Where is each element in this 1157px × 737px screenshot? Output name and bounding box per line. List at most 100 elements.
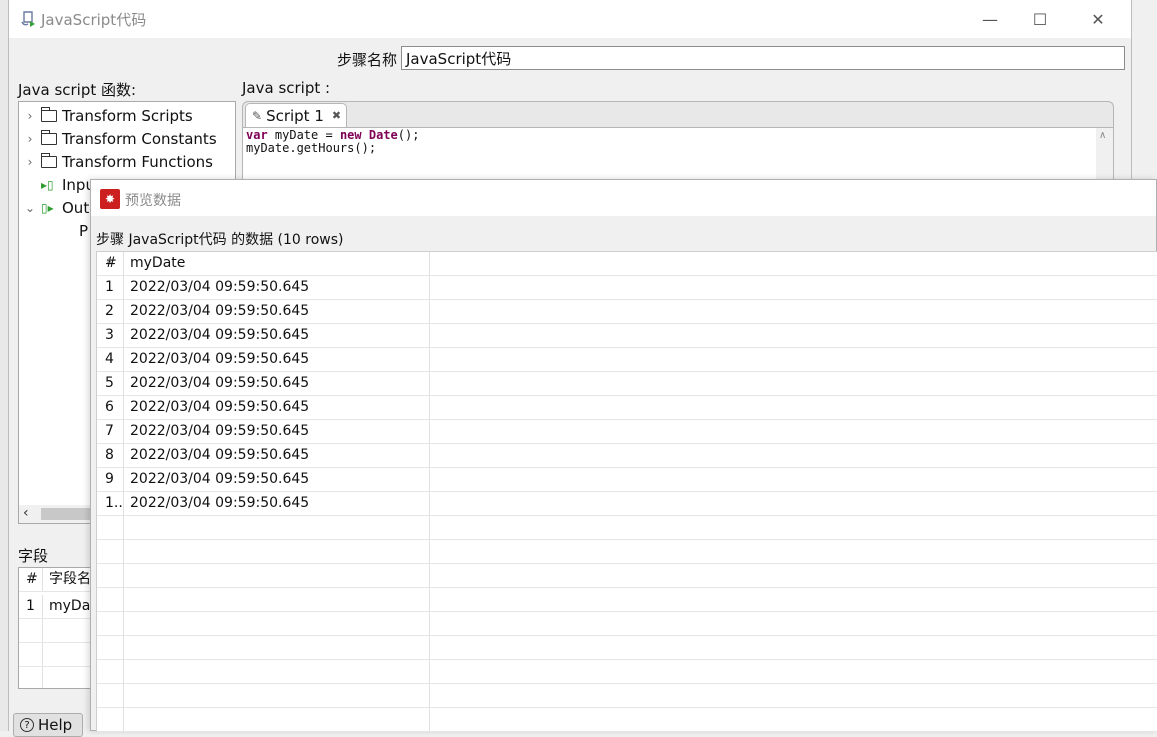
table-row[interactable]: 7 2022/03/04 09:59:50.645 (97, 420, 1157, 444)
code-area[interactable]: var myDate = new Date(); myDate.getHours… (246, 129, 419, 155)
table-row[interactable]: 8 2022/03/04 09:59:50.645 (97, 444, 1157, 468)
column-header-mydate[interactable]: myDate (124, 252, 430, 275)
row-index: 1 (19, 595, 43, 618)
row-index: 1.. (97, 492, 124, 515)
mydate-cell[interactable]: 2022/03/04 09:59:50.645 (124, 276, 430, 299)
mydate-cell (124, 564, 430, 587)
preview-window-title: 预览数据 (125, 193, 181, 209)
step-name-label: 步骤名称 (337, 51, 398, 69)
mydate-cell (124, 588, 430, 611)
row-index (97, 636, 124, 659)
mydate-cell[interactable]: 2022/03/04 09:59:50.645 (124, 300, 430, 323)
chevron-right-icon[interactable]: › (23, 155, 37, 169)
tab-script-1[interactable]: ✎ Script 1 ✖ (245, 103, 347, 127)
mydate-cell[interactable]: 2022/03/04 09:59:50.645 (124, 396, 430, 419)
mydate-cell[interactable]: 2022/03/04 09:59:50.645 (124, 372, 430, 395)
row-index (97, 708, 124, 731)
table-row (97, 660, 1157, 684)
mydate-cell (124, 540, 430, 563)
javascript-step-icon (21, 11, 35, 27)
row-index (97, 516, 124, 539)
help-icon: ? (20, 718, 34, 732)
tree-item-transform-scripts[interactable]: › Transform Scripts (23, 105, 193, 127)
row-index: 1 (97, 276, 124, 299)
table-row[interactable]: 2 2022/03/04 09:59:50.645 (97, 300, 1157, 324)
mydate-cell[interactable]: 2022/03/04 09:59:50.645 (124, 324, 430, 347)
mydate-cell (124, 684, 430, 707)
mydate-cell[interactable]: 2022/03/04 09:59:50.645 (124, 468, 430, 491)
table-row[interactable]: 1 2022/03/04 09:59:50.645 (97, 276, 1157, 300)
mydate-cell (124, 636, 430, 659)
table-row (97, 612, 1157, 636)
preview-title-bar: ✸ 预览数据 (91, 180, 1156, 216)
help-label: Help (38, 716, 73, 734)
scroll-up-icon[interactable]: ∧ (1099, 130, 1106, 141)
code-text: (); (397, 128, 420, 142)
mydate-cell[interactable]: 2022/03/04 09:59:50.645 (124, 492, 430, 515)
minimize-button[interactable]: — (967, 0, 1013, 38)
table-row (97, 684, 1157, 708)
preview-subtitle: 步骤 JavaScript代码 的数据 (10 rows) (96, 232, 344, 248)
folder-icon (40, 130, 57, 145)
tree-item-transform-functions[interactable]: › Transform Functions (23, 151, 213, 173)
row-index: 4 (97, 348, 124, 371)
folder-icon (40, 107, 57, 122)
tree-item-child[interactable]: P (79, 220, 88, 242)
table-row[interactable]: 1.. 2022/03/04 09:59:50.645 (97, 492, 1157, 516)
table-row (97, 588, 1157, 612)
code-class: Date (368, 128, 398, 142)
table-row[interactable]: 9 2022/03/04 09:59:50.645 (97, 468, 1157, 492)
tree-item-transform-constants[interactable]: › Transform Constants (23, 128, 217, 150)
tree-item-output-fields[interactable]: ⌄ ▯▸ Outp (23, 197, 99, 219)
mydate-cell (124, 612, 430, 635)
code-line: myDate.getHours(); (246, 141, 377, 155)
input-fields-icon: ▸▯ (41, 178, 54, 192)
table-row[interactable]: 4 2022/03/04 09:59:50.645 (97, 348, 1157, 372)
chevron-right-icon[interactable]: › (23, 132, 37, 146)
row-index (97, 564, 124, 587)
row-index: 8 (97, 444, 124, 467)
step-name-input[interactable]: JavaScript代码 (401, 46, 1125, 70)
maximize-button[interactable]: ☐ (1017, 0, 1063, 38)
row-index: 9 (97, 468, 124, 491)
help-button[interactable]: ? Help (13, 713, 83, 737)
mydate-cell[interactable]: 2022/03/04 09:59:50.645 (124, 420, 430, 443)
script-icon: ✎ (252, 108, 263, 123)
minimize-icon: — (982, 9, 998, 29)
row-index: 2 (97, 300, 124, 323)
row-index (97, 588, 124, 611)
preview-table[interactable]: ∧ # myDate 1 2022/03/04 09:59:50.645 2 2022/… (96, 251, 1157, 732)
fields-label: 字段 (18, 547, 49, 565)
tree-item-input-fields[interactable]: ▸▯ Inpu (23, 174, 95, 196)
table-row[interactable]: 3 2022/03/04 09:59:50.645 (97, 324, 1157, 348)
code-keyword: new (339, 128, 362, 142)
tree-item-label: P (79, 222, 89, 240)
sort-icon: ∧ (28, 572, 35, 582)
column-header-index[interactable]: ∧ # (19, 568, 43, 591)
table-row[interactable]: 6 2022/03/04 09:59:50.645 (97, 396, 1157, 420)
sort-icon: ∧ (106, 256, 113, 266)
tree-item-label: Transform Scripts (62, 107, 193, 125)
chevron-down-icon[interactable]: ⌄ (23, 201, 37, 215)
tree-item-label: Transform Constants (62, 130, 217, 148)
column-header-index[interactable]: ∧ # (97, 252, 124, 275)
window-title: JavaScript代码 (41, 11, 147, 29)
table-row[interactable]: 5 2022/03/04 09:59:50.645 (97, 372, 1157, 396)
mydate-cell (124, 660, 430, 683)
table-row (97, 564, 1157, 588)
output-fields-icon: ▯▸ (41, 201, 54, 215)
table-row (97, 540, 1157, 564)
table-row (97, 708, 1157, 732)
mydate-cell[interactable]: 2022/03/04 09:59:50.645 (124, 444, 430, 467)
mydate-cell[interactable]: 2022/03/04 09:59:50.645 (124, 348, 430, 371)
row-index: 6 (97, 396, 124, 419)
scroll-left-icon[interactable]: ‹ (23, 505, 29, 521)
row-index (97, 684, 124, 707)
close-tab-icon[interactable]: ✖ (332, 109, 341, 122)
close-button[interactable]: ✕ (1075, 0, 1121, 38)
chevron-right-icon[interactable]: › (23, 109, 37, 123)
tab-label: Script 1 (266, 106, 324, 125)
row-index: 3 (97, 324, 124, 347)
code-text: myDate = (267, 128, 340, 142)
